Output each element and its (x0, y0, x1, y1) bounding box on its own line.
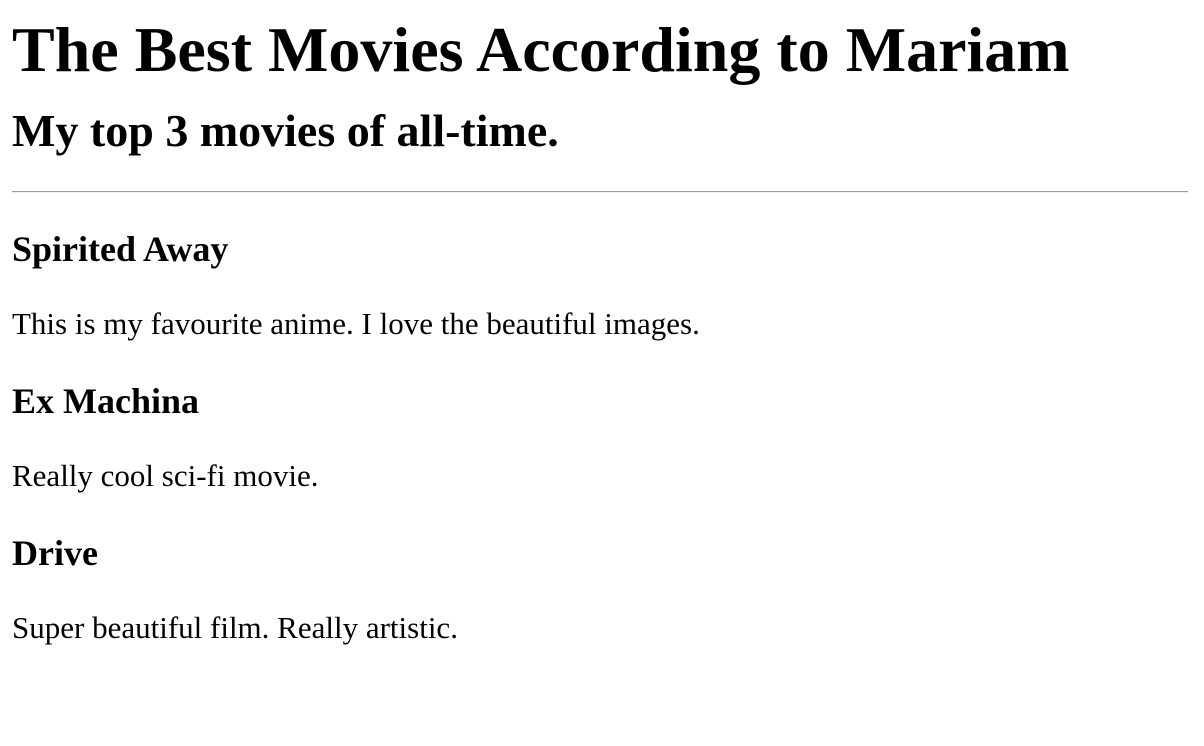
movie-list: Spirited Away This is my favourite anime… (12, 193, 1188, 648)
page-title: The Best Movies According to Mariam (12, 14, 1070, 85)
movie-item-spirited-away: Spirited Away This is my favourite anime… (12, 193, 1188, 344)
page: The Best Movies According to Mariam My t… (0, 0, 1204, 746)
movie-description: Super beautiful film. Really artistic. (12, 610, 458, 645)
movie-title: Drive (12, 533, 98, 573)
movie-description: Really cool sci-fi movie. (12, 458, 319, 493)
movie-description: This is my favourite anime. I love the b… (12, 306, 700, 341)
movie-item-ex-machina: Ex Machina Really cool sci-fi movie. (12, 344, 1188, 496)
movie-item-drive: Drive Super beautiful film. Really artis… (12, 496, 1188, 648)
movie-title: Spirited Away (12, 229, 229, 269)
movie-title: Ex Machina (12, 381, 200, 421)
page-subtitle: My top 3 movies of all-time. (12, 105, 559, 156)
